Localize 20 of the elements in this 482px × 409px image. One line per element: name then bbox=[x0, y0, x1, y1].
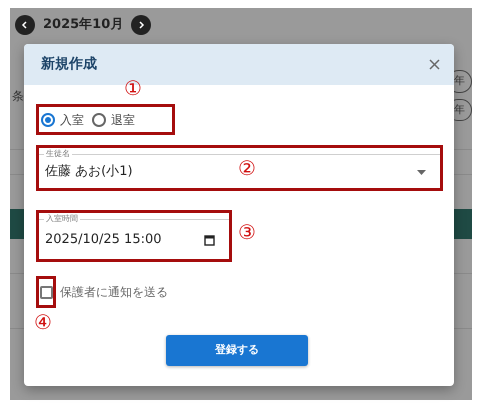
annotation-number: ③ bbox=[238, 222, 256, 242]
submit-button[interactable]: 登録する bbox=[166, 335, 308, 366]
annotation-number: ④ bbox=[34, 312, 52, 332]
checkbox-label: 保護者に通知を送る bbox=[60, 284, 168, 301]
chevron-right-icon[interactable] bbox=[137, 21, 146, 29]
datetime-field[interactable]: 入室時間 2025/10/25 15:00 bbox=[39, 213, 229, 259]
radio-option[interactable]: 入室 bbox=[41, 110, 84, 128]
annotation-number: ① bbox=[124, 78, 142, 98]
checkbox[interactable] bbox=[40, 286, 52, 298]
dialog-title: 新規作成 bbox=[41, 54, 97, 74]
next-month-button[interactable] bbox=[131, 15, 152, 35]
filter-label: 条 bbox=[12, 88, 24, 104]
annotation-number: ② bbox=[238, 158, 256, 178]
radio-option[interactable]: 退室 bbox=[92, 110, 135, 128]
close-icon[interactable] bbox=[429, 59, 440, 70]
month-title: 2025年10月 bbox=[43, 16, 124, 34]
calendar-icon[interactable] bbox=[204, 234, 215, 246]
chevron-left-icon[interactable] bbox=[21, 21, 29, 29]
previous-month-button[interactable] bbox=[15, 15, 35, 35]
dropdown-caret-icon[interactable] bbox=[417, 170, 426, 174]
